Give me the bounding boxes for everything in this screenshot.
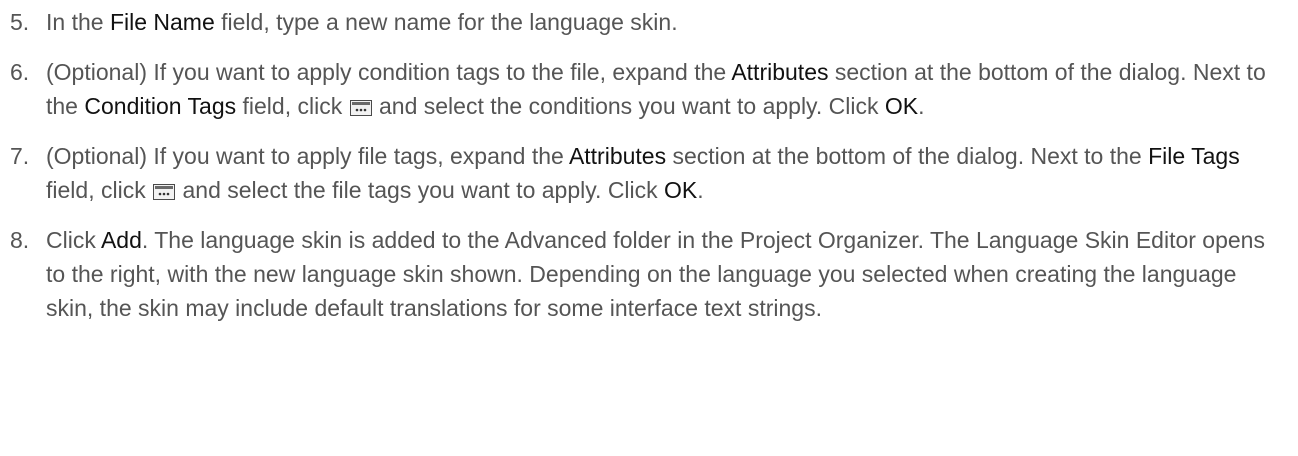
procedure-steps-list: 5. In the File Name field, type a new na… bbox=[0, 5, 1298, 325]
ui-term-file-tags: File Tags bbox=[1148, 143, 1240, 169]
ellipsis-button-icon bbox=[349, 100, 372, 116]
ui-term-add: Add bbox=[100, 227, 142, 253]
step-number: 8. bbox=[10, 227, 30, 253]
step-number: 6. bbox=[10, 59, 30, 85]
step-number: 7. bbox=[10, 143, 30, 169]
ui-term-attributes: Attributes bbox=[568, 143, 667, 169]
step-number: 5. bbox=[10, 9, 30, 35]
document-page: 5. In the File Name field, type a new na… bbox=[0, 5, 1298, 456]
step-item: 5. In the File Name field, type a new na… bbox=[0, 5, 1281, 39]
step-item: 6. (Optional) If you want to apply condi… bbox=[0, 55, 1281, 123]
step-text: (Optional) If you want to apply conditio… bbox=[46, 59, 1266, 119]
step-text: (Optional) If you want to apply file tag… bbox=[46, 143, 1240, 203]
ellipsis-button-icon bbox=[153, 184, 176, 200]
ui-term-condition-tags: Condition Tags bbox=[84, 93, 237, 119]
step-item: 8. Click Add. The language skin is added… bbox=[0, 223, 1281, 325]
ui-term-ok: OK bbox=[884, 93, 919, 119]
ui-term-ok: OK bbox=[664, 177, 698, 203]
step-text: Click Add. The language skin is added to… bbox=[46, 227, 1265, 321]
ui-term-attributes: Attributes bbox=[731, 59, 829, 85]
ui-term-file-name: File Name bbox=[109, 9, 215, 35]
step-item: 7. (Optional) If you want to apply file … bbox=[0, 139, 1281, 207]
step-text: In the File Name field, type a new name … bbox=[46, 9, 678, 35]
